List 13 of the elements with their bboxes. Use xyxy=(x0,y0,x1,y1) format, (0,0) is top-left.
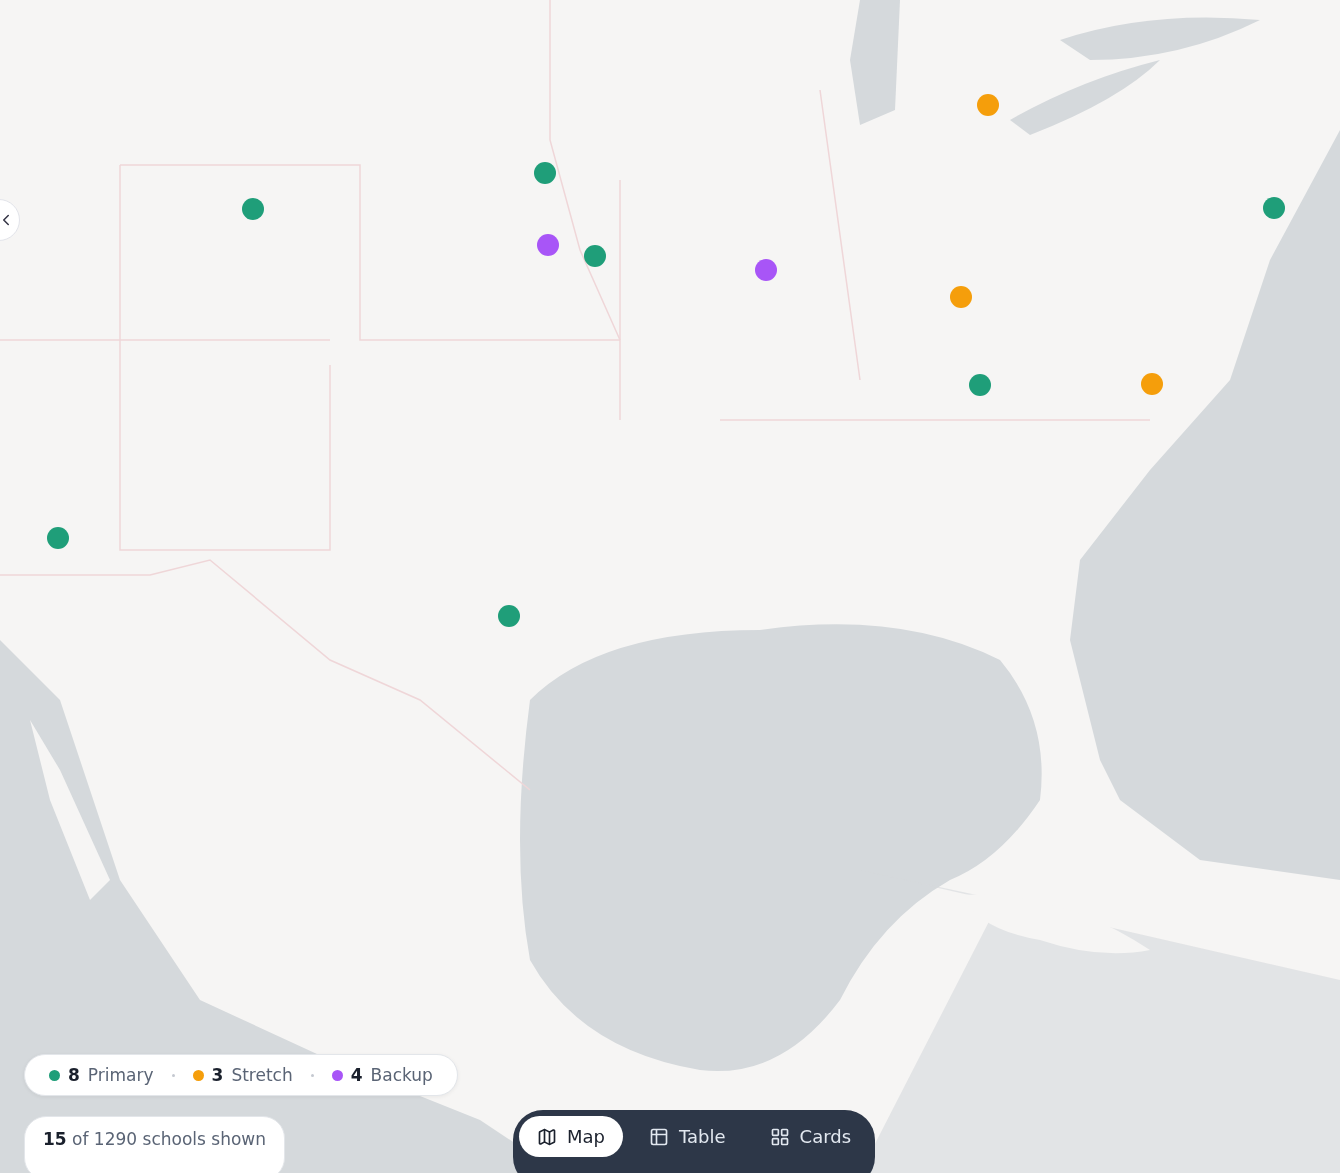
grid-icon xyxy=(769,1126,790,1147)
legend-count: 8 xyxy=(68,1065,80,1085)
view-tab[interactable]: Table xyxy=(631,1116,744,1157)
view-tab[interactable]: Map xyxy=(519,1116,623,1157)
legend-count: 4 xyxy=(350,1065,363,1085)
legend-count: 3 xyxy=(211,1065,224,1085)
view-tab[interactable]: Cards xyxy=(751,1116,870,1157)
legend-label: Stretch xyxy=(231,1065,293,1085)
legend-label: Backup xyxy=(370,1065,433,1085)
legend-label: Primary xyxy=(87,1065,154,1085)
table-icon xyxy=(649,1126,669,1147)
schools-count: 15 of 1290 schools shown xyxy=(24,1116,285,1173)
map-icon xyxy=(537,1126,557,1147)
